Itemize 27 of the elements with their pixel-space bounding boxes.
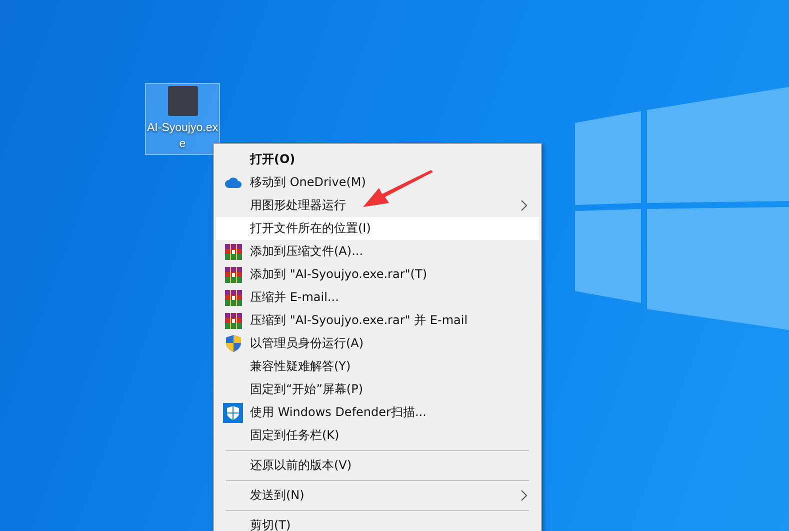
menu-item[interactable]: 添加到压缩文件(A)... — [216, 240, 539, 263]
books-icon — [224, 244, 242, 260]
cloud-icon — [224, 177, 242, 188]
chevron-right-icon — [521, 200, 527, 211]
chevron-right-icon — [521, 490, 527, 501]
menu-item[interactable]: 发送到(N) — [216, 484, 539, 507]
books-icon — [224, 312, 242, 328]
menu-item[interactable]: 移动到 OneDrive(M) — [216, 171, 539, 194]
shield-icon — [226, 335, 240, 352]
arrow-annotation — [363, 170, 435, 210]
menu-item[interactable]: 剪切(T) — [216, 514, 539, 531]
menu-item[interactable]: 固定到“开始”屏幕(P) — [216, 378, 539, 401]
menu-item[interactable]: 打开文件所在的位置(I) — [216, 217, 539, 240]
menu-item[interactable]: 压缩并 E-mail... — [216, 286, 539, 309]
photo-placeholder — [168, 86, 198, 116]
menu-item[interactable]: 使用 Windows Defender扫描... — [216, 401, 539, 424]
menu-item[interactable]: 以管理员身份运行(A) — [216, 332, 539, 355]
menu-item[interactable]: 用图形处理器运行 — [216, 194, 539, 217]
menu-item[interactable]: 添加到 "AI-Syoujyo.exe.rar"(T) — [216, 263, 539, 286]
books-icon — [224, 266, 242, 282]
shield-icon — [223, 402, 243, 422]
file-name: AI-Syoujyo.exe — [146, 121, 219, 152]
menu-item[interactable]: 兼容性疑难解答(Y) — [216, 355, 539, 378]
menu-item[interactable]: 固定到任务栏(K) — [216, 424, 539, 447]
books-icon — [224, 290, 242, 306]
menu-item[interactable]: 压缩到 "AI-Syoujyo.exe.rar" 并 E-mail — [216, 309, 539, 332]
menu-item[interactable]: 还原以前的版本(V) — [216, 454, 539, 477]
